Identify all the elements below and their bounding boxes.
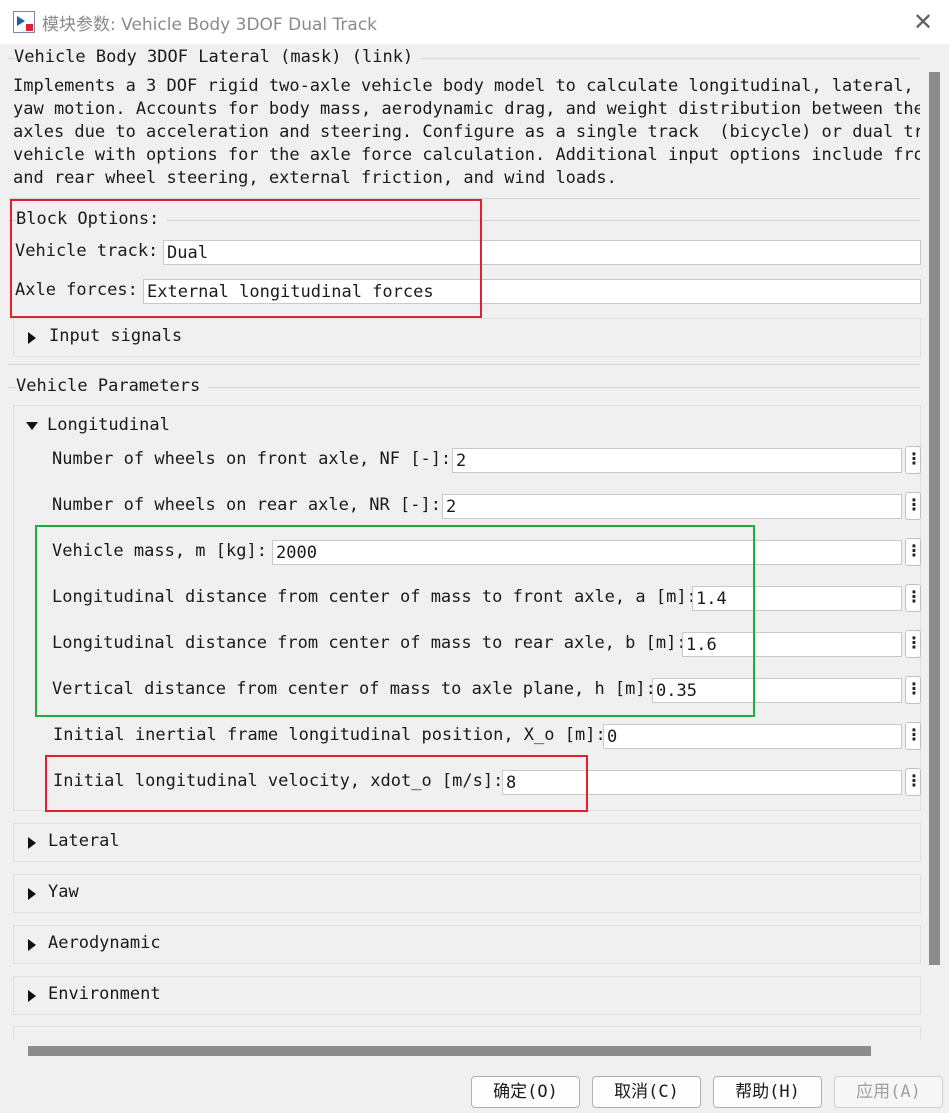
- description-line: yaw motion. Accounts for body mass, aero…: [13, 99, 920, 119]
- window-title: 模块参数: Vehicle Body 3DOF Dual Track: [42, 15, 378, 35]
- description-line: and rear wheel steering, external fricti…: [13, 168, 617, 188]
- highlight-box-geometry: [35, 525, 755, 717]
- description-line: Implements a 3 DOF rigid two-axle vehicl…: [13, 76, 920, 96]
- input-signals-label[interactable]: Input signals: [49, 326, 182, 346]
- vertical-scrollbar[interactable]: [929, 72, 940, 965]
- simulink-block-icon: [13, 11, 35, 33]
- lateral-section-title[interactable]: Lateral: [48, 831, 120, 851]
- mask-legend: Vehicle Body 3DOF Lateral (mask) (link): [14, 47, 422, 67]
- environment-section-title[interactable]: Environment: [48, 984, 161, 1004]
- lateral-panel[interactable]: [13, 823, 921, 862]
- param-input-nf[interactable]: 2: [452, 448, 902, 473]
- highlight-box-velocity: [45, 755, 588, 812]
- description-line: axles due to acceleration and steering. …: [13, 122, 920, 142]
- more-options-icon[interactable]: ⋮: [905, 722, 922, 750]
- more-options-icon[interactable]: ⋮: [905, 446, 922, 474]
- more-options-icon[interactable]: ⋮: [905, 630, 922, 658]
- apply-button[interactable]: 应用(A): [834, 1076, 943, 1108]
- yaw-section-title[interactable]: Yaw: [48, 882, 79, 902]
- param-label-xo: Initial inertial frame longitudinal posi…: [53, 725, 606, 745]
- vehicle-parameters-legend: Vehicle Parameters: [16, 376, 209, 396]
- yaw-panel[interactable]: [13, 874, 921, 913]
- param-label-nr: Number of wheels on rear axle, NR [-]:: [52, 495, 441, 515]
- description-line: vehicle with options for the axle force …: [13, 145, 920, 165]
- horizontal-scrollbar[interactable]: [28, 1046, 871, 1056]
- expand-arrow-icon[interactable]: [28, 888, 36, 900]
- highlight-box-block-options: [10, 199, 482, 318]
- longitudinal-section-title[interactable]: Longitudinal: [47, 415, 170, 435]
- more-options-icon[interactable]: ⋮: [905, 676, 922, 704]
- expand-arrow-icon[interactable]: [28, 332, 36, 344]
- more-options-icon[interactable]: ⋮: [905, 768, 922, 796]
- more-options-icon[interactable]: ⋮: [905, 538, 922, 566]
- collapse-arrow-icon[interactable]: [26, 422, 38, 430]
- next-panel-partial: [13, 1026, 921, 1040]
- divider: [8, 364, 920, 365]
- mask-description: Implements a 3 DOF rigid two-axle vehicl…: [13, 75, 920, 190]
- ok-button[interactable]: 确定(O): [471, 1076, 580, 1108]
- param-input-nr[interactable]: 2: [442, 494, 902, 519]
- cancel-button[interactable]: 取消(C): [592, 1076, 701, 1108]
- help-button[interactable]: 帮助(H): [713, 1076, 822, 1108]
- close-icon[interactable]: ✕: [908, 7, 938, 37]
- expand-arrow-icon[interactable]: [28, 939, 36, 951]
- more-options-icon[interactable]: ⋮: [905, 584, 922, 612]
- param-label-nf: Number of wheels on front axle, NF [-]:: [52, 449, 452, 469]
- expand-arrow-icon[interactable]: [28, 837, 36, 849]
- aerodynamic-section-title[interactable]: Aerodynamic: [48, 933, 161, 953]
- param-input-xo[interactable]: 0: [603, 724, 902, 749]
- expand-arrow-icon[interactable]: [28, 990, 36, 1002]
- more-options-icon[interactable]: ⋮: [905, 492, 922, 520]
